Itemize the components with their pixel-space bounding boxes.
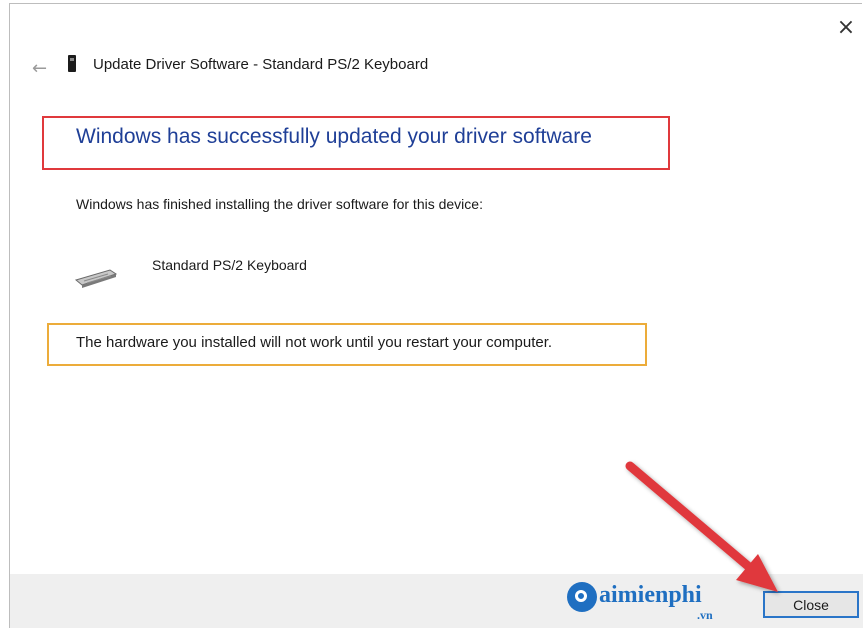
close-icon[interactable]: × [836, 17, 856, 39]
logo-mark-icon [567, 582, 597, 612]
keyboard-icon [74, 269, 118, 288]
success-headline: Windows has successfully updated your dr… [76, 125, 592, 148]
dialog-title: Update Driver Software - Standard PS/2 K… [93, 56, 429, 73]
driver-update-dialog: × ← [9, 3, 862, 628]
logo-sub: .vn [697, 608, 713, 622]
dialog-footer [10, 574, 863, 628]
logo-text: aimienphi [599, 582, 702, 608]
finished-installing-text: Windows has finished installing the driv… [76, 196, 483, 212]
back-arrow-icon[interactable]: ← [32, 58, 47, 79]
close-button[interactable]: Close [763, 591, 859, 618]
device-name: Standard PS/2 Keyboard [152, 257, 307, 273]
restart-warning-text: The hardware you installed will not work… [76, 334, 553, 351]
device-icon [68, 55, 76, 72]
